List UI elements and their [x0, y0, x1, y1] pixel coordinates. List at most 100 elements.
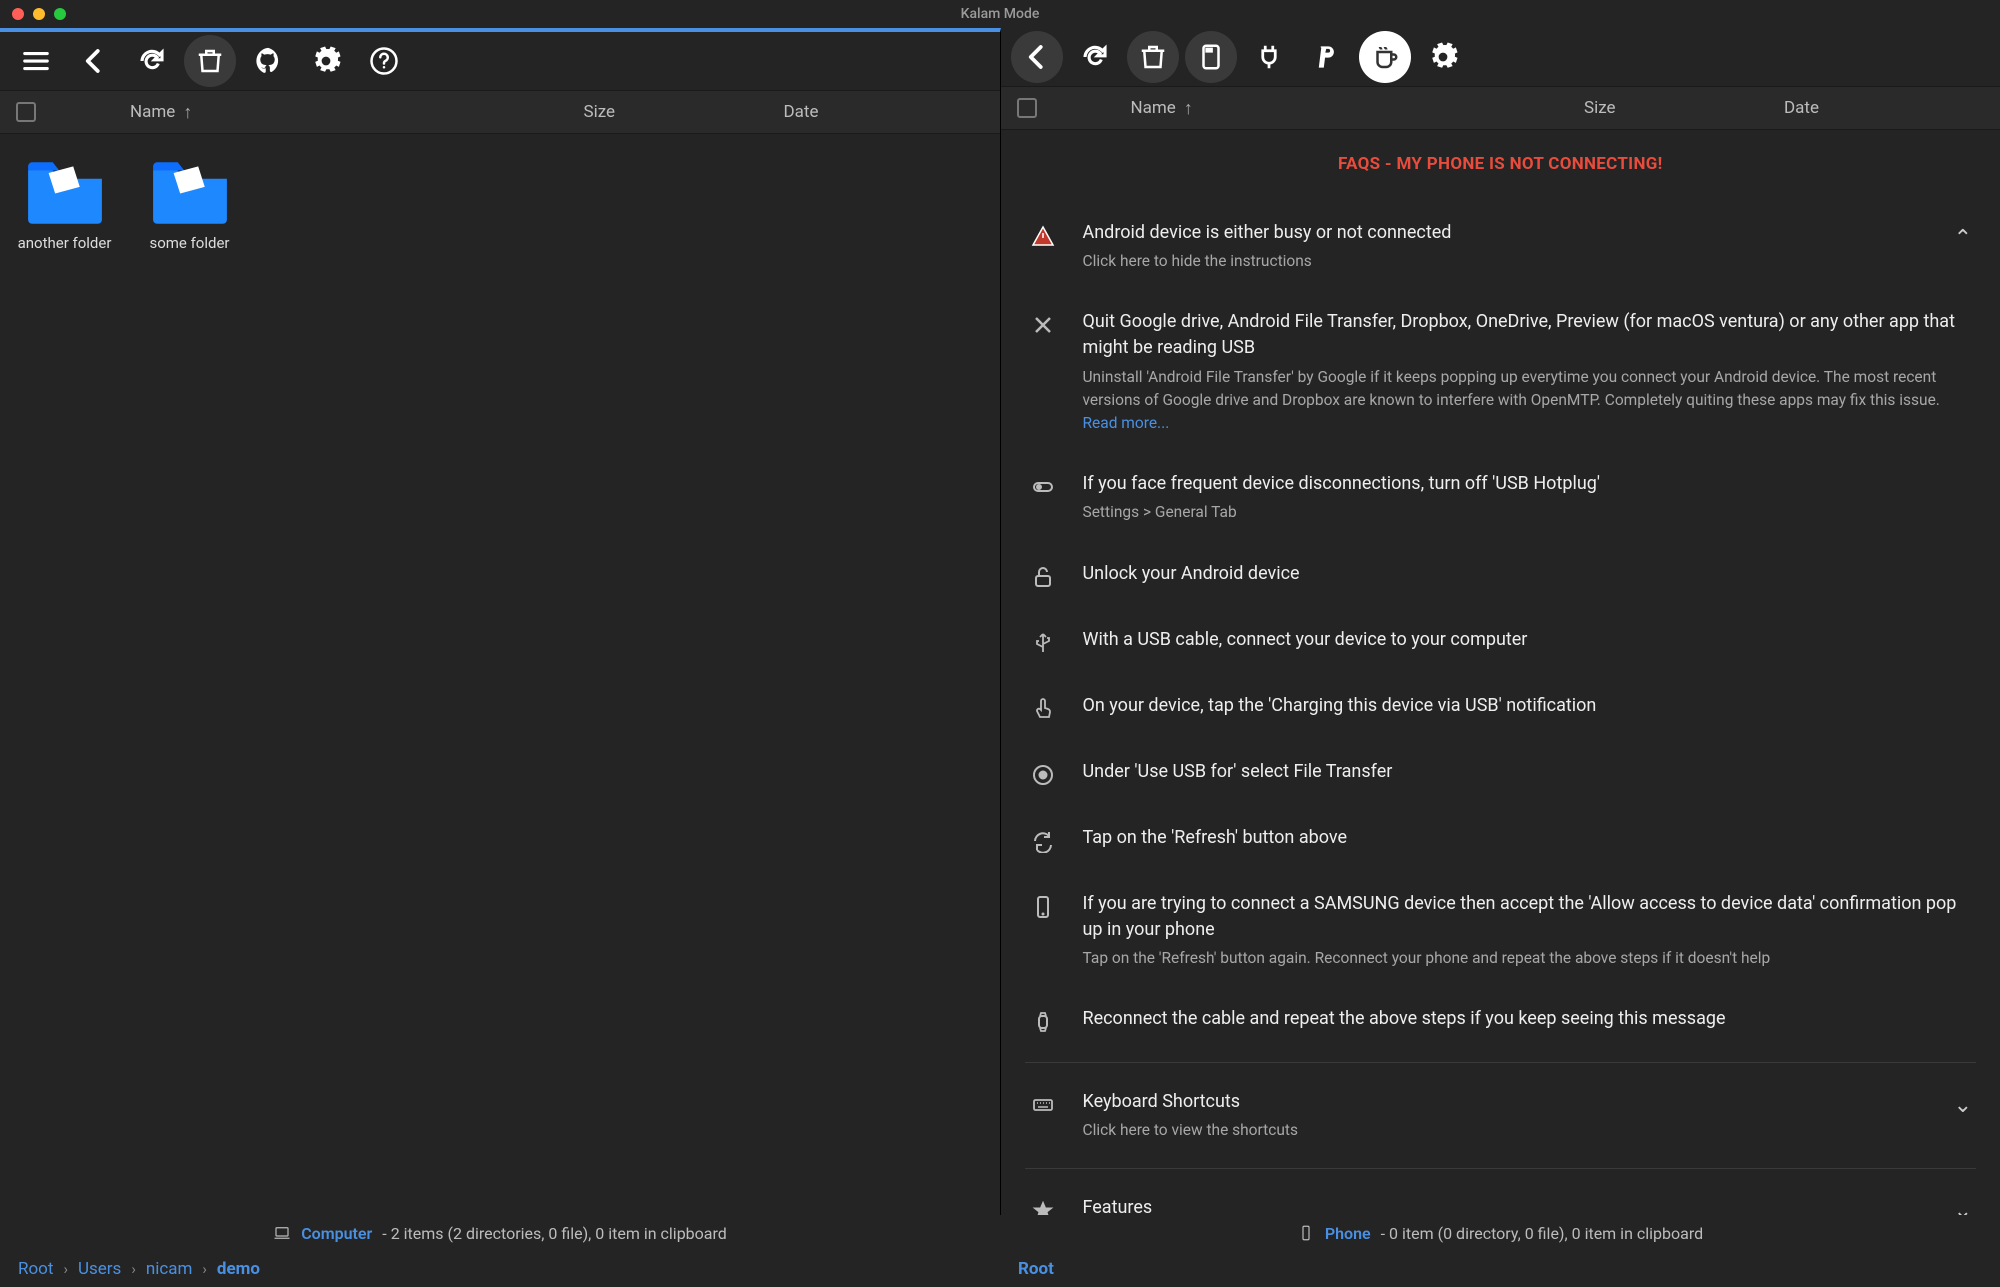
faq-title: FAQS - MY PHONE IS NOT CONNECTING! — [1025, 154, 1977, 174]
crumb-current: demo — [217, 1259, 260, 1279]
trash-button[interactable] — [1127, 31, 1179, 83]
plug-button[interactable] — [1243, 31, 1295, 83]
toolbar-right — [1001, 28, 2000, 86]
chevron-down-icon: ⌄ — [1954, 1093, 1972, 1118]
window-title: Kalam Mode — [961, 6, 1040, 22]
paypal-button[interactable] — [1301, 31, 1353, 83]
keyboard-icon — [1029, 1091, 1057, 1119]
faq-row-title: If you face frequent device disconnectio… — [1083, 471, 1973, 497]
phone-icon — [1029, 893, 1057, 921]
window-controls — [12, 8, 66, 20]
refresh-button[interactable] — [1069, 31, 1121, 83]
column-size[interactable]: Size — [1584, 98, 1784, 118]
help-button[interactable] — [358, 35, 410, 87]
close-window-icon[interactable] — [12, 8, 24, 20]
chevron-down-icon: ⌄ — [1954, 1199, 1972, 1215]
section-subtitle: Click here to view the shortcuts — [1083, 1119, 1928, 1142]
refresh-icon — [1029, 827, 1057, 855]
usb-icon — [1029, 629, 1057, 657]
toggle-icon — [1029, 473, 1057, 501]
faq-row-warning[interactable]: Android device is either busy or not con… — [1025, 202, 1977, 291]
faq-row-refresh: Tap on the 'Refresh' button above — [1025, 807, 1977, 873]
faq-row-title: Quit Google drive, Android File Transfer… — [1083, 309, 1973, 361]
folder-icon — [24, 156, 106, 226]
faq-row-subtitle: Tap on the 'Refresh' button again. Recon… — [1083, 947, 1973, 970]
column-name[interactable]: Name↑ — [1061, 98, 1585, 119]
faq-row-title: Unlock your Android device — [1083, 561, 1973, 587]
sort-asc-icon: ↑ — [183, 102, 192, 123]
menu-button[interactable] — [10, 35, 62, 87]
star-icon — [1029, 1197, 1057, 1215]
toolbar-left — [0, 32, 1000, 90]
read-more-link[interactable]: Read more... — [1083, 414, 1170, 432]
device-label: Computer — [301, 1224, 372, 1243]
storage-button[interactable] — [1185, 31, 1237, 83]
status-left: Computer - 2 items (2 directories, 0 fil… — [0, 1215, 1000, 1251]
status-text: - 2 items (2 directories, 0 file), 0 ite… — [382, 1224, 726, 1243]
minimize-window-icon[interactable] — [33, 8, 45, 20]
folder-item[interactable]: some folder — [137, 156, 242, 253]
folder-icon — [149, 156, 231, 226]
faq-row-subtitle: Settings > General Tab — [1083, 501, 1973, 524]
refresh-button[interactable] — [126, 35, 178, 87]
file-grid-left[interactable]: another folder some folder — [0, 134, 1000, 1215]
chevron-right-icon: › — [131, 1260, 136, 1278]
phone-icon — [1297, 1224, 1315, 1242]
crumb[interactable]: nicam — [146, 1259, 193, 1279]
buy-coffee-button[interactable] — [1359, 31, 1411, 83]
maximize-window-icon[interactable] — [54, 8, 66, 20]
breadcrumb-bar: Root› Users› nicam› demo Root — [0, 1251, 2000, 1287]
folder-name: some folder — [137, 234, 242, 253]
breadcrumb-right: Root — [1000, 1251, 2000, 1287]
column-date[interactable]: Date — [1784, 98, 1984, 118]
divider — [1025, 1062, 1977, 1063]
section-shortcuts[interactable]: Keyboard Shortcuts Click here to view th… — [1025, 1071, 1977, 1160]
back-button[interactable] — [1011, 31, 1063, 83]
back-button[interactable] — [68, 35, 120, 87]
warning-icon — [1029, 222, 1057, 250]
column-size[interactable]: Size — [584, 102, 784, 122]
section-title: Features — [1083, 1195, 1928, 1215]
github-button[interactable] — [242, 35, 294, 87]
status-text: - 0 item (0 directory, 0 file), 0 item i… — [1381, 1224, 1703, 1243]
faq-row-samsung: If you are trying to connect a SAMSUNG d… — [1025, 873, 1977, 988]
section-features[interactable]: Features Click here to view the availabl… — [1025, 1177, 1977, 1215]
faq-row-title: Reconnect the cable and repeat the above… — [1083, 1006, 1973, 1032]
section-title: Keyboard Shortcuts — [1083, 1089, 1928, 1115]
select-all-checkbox[interactable] — [1017, 98, 1037, 118]
folder-item[interactable]: another folder — [12, 156, 117, 253]
laptop-icon — [273, 1224, 291, 1242]
column-name-label: Name — [130, 102, 175, 122]
faq-row-title: With a USB cable, connect your device to… — [1083, 627, 1973, 653]
device-label: Phone — [1325, 1224, 1371, 1243]
faq-row-title: On your device, tap the 'Charging this d… — [1083, 693, 1973, 719]
crumb[interactable]: Root — [18, 1259, 53, 1279]
faq-content: FAQS - MY PHONE IS NOT CONNECTING! Andro… — [1001, 130, 2000, 1215]
faq-row-subtitle: Uninstall 'Android File Transfer' by Goo… — [1083, 368, 1940, 409]
chevron-up-icon: ⌃ — [1954, 226, 1972, 251]
select-all-checkbox[interactable] — [16, 102, 36, 122]
status-bar: Computer - 2 items (2 directories, 0 fil… — [0, 1215, 2000, 1251]
faq-row-title: Android device is either busy or not con… — [1083, 220, 1928, 246]
tap-icon — [1029, 695, 1057, 723]
crumb-current: Root — [1018, 1259, 1054, 1279]
faq-row-subtitle: Click here to hide the instructions — [1083, 250, 1928, 273]
faq-row-unlock: Unlock your Android device — [1025, 543, 1977, 609]
faq-row-title: Tap on the 'Refresh' button above — [1083, 825, 1973, 851]
trash-button[interactable] — [184, 35, 236, 87]
column-date[interactable]: Date — [784, 102, 984, 122]
sort-asc-icon: ↑ — [1184, 98, 1193, 119]
crumb[interactable]: Users — [78, 1259, 121, 1279]
faq-row-quit-apps: Quit Google drive, Android File Transfer… — [1025, 291, 1977, 453]
column-header-left: Name ↑ Size Date — [0, 90, 1000, 134]
pane-phone: Name↑ Size Date FAQS - MY PHONE IS NOT C… — [1001, 28, 2000, 1215]
settings-button[interactable] — [300, 35, 352, 87]
titlebar: Kalam Mode — [0, 0, 2000, 28]
lock-open-icon — [1029, 563, 1057, 591]
faq-row-title: If you are trying to connect a SAMSUNG d… — [1083, 891, 1973, 943]
chevron-right-icon: › — [202, 1260, 207, 1278]
faq-row-tap: On your device, tap the 'Charging this d… — [1025, 675, 1977, 741]
column-name[interactable]: Name ↑ — [60, 102, 584, 123]
settings-button[interactable] — [1417, 31, 1469, 83]
faq-row-reconnect: Reconnect the cable and repeat the above… — [1025, 988, 1977, 1054]
